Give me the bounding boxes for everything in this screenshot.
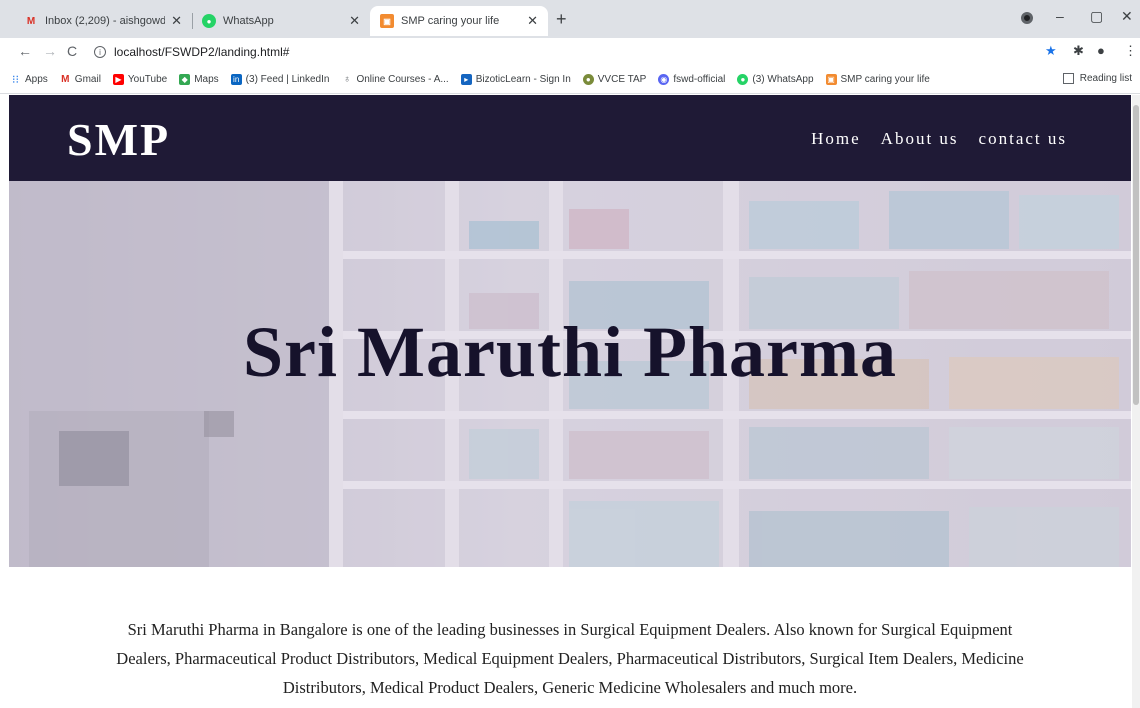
linkedin-icon: in <box>230 74 242 85</box>
close-icon[interactable]: ✕ <box>171 13 182 29</box>
bookmark-fswd-official[interactable]: ◉ fswd-official <box>658 74 725 85</box>
tab-gmail[interactable]: M Inbox (2,209) - aishgowda22@gm ✕ <box>14 6 192 36</box>
whatsapp-icon: ● <box>202 14 216 28</box>
minimize-icon[interactable]: – <box>1056 8 1064 24</box>
menu-kebab-icon[interactable]: ⋮ <box>1124 43 1137 59</box>
whatsapp-icon: ● <box>737 74 749 85</box>
maps-icon: ◆ <box>179 74 191 85</box>
address-bar[interactable]: i localhost/FSWDP2/landing.html# <box>88 40 1038 64</box>
tab-title: WhatsApp <box>223 15 274 27</box>
reading-list-icon <box>1062 73 1074 84</box>
window-close-icon[interactable]: ✕ <box>1121 8 1133 25</box>
tab-title: SMP caring your life <box>401 15 500 27</box>
gmail-icon: M <box>61 74 70 85</box>
bookmark-bizoticlearn[interactable]: ▸ BizoticLearn - Sign In <box>460 74 571 85</box>
bookmark-whatsapp[interactable]: ● (3) WhatsApp <box>737 74 814 85</box>
new-tab-icon[interactable]: + <box>556 10 567 28</box>
close-icon[interactable]: ✕ <box>349 13 360 29</box>
hero-banner: Sri Maruthi Pharma <box>9 181 1131 567</box>
hero-title: Sri Maruthi Pharma <box>243 312 897 392</box>
info-icon[interactable]: i <box>94 46 106 58</box>
courses-icon: ♁ <box>343 74 351 85</box>
browser-toolbar: ← → C i localhost/FSWDP2/landing.html# ★… <box>0 38 1140 66</box>
site-menu: Home About us contact us <box>791 129 1067 149</box>
tab-smp[interactable]: ▣ SMP caring your life ✕ <box>370 6 548 36</box>
bookmark-online-courses[interactable]: ♁ Online Courses - A... <box>341 74 449 85</box>
page-viewport: SMP Home About us contact us Sri Maruthi… <box>0 95 1140 708</box>
discord-icon: ◉ <box>658 74 670 85</box>
gmail-icon: M <box>26 15 36 27</box>
nav-about-link[interactable]: About us <box>881 129 959 149</box>
smp-favicon-icon: ▣ <box>380 14 394 28</box>
bookmark-gmail[interactable]: M Gmail <box>60 74 101 85</box>
vvce-icon: ● <box>582 74 594 85</box>
bookmark-smp[interactable]: ▣ SMP caring your life <box>825 74 930 85</box>
profile-circle-icon[interactable] <box>1021 12 1033 24</box>
extensions-puzzle-icon[interactable]: ✱ <box>1073 43 1084 59</box>
maximize-icon[interactable]: ▢ <box>1090 8 1103 25</box>
close-icon[interactable]: ✕ <box>527 13 538 29</box>
bookmark-youtube[interactable]: ▶ YouTube <box>112 74 167 85</box>
bookmark-maps[interactable]: ◆ Maps <box>179 74 219 85</box>
address-text: localhost/FSWDP2/landing.html# <box>114 45 290 59</box>
bookmark-apps[interactable]: ⁝⁝ Apps <box>10 74 48 86</box>
bookmark-linkedin[interactable]: in (3) Feed | LinkedIn <box>230 74 329 85</box>
forward-icon[interactable]: → <box>43 43 57 59</box>
back-icon[interactable]: ← <box>18 43 32 59</box>
tab-title: Inbox (2,209) - aishgowda22@gm <box>45 15 166 27</box>
browser-tabstrip: M Inbox (2,209) - aishgowda22@gm ✕ ● Wha… <box>0 0 1140 38</box>
account-avatar-icon[interactable]: ● <box>1097 43 1105 58</box>
about-paragraph: Sri Maruthi Pharma in Bangalore is one o… <box>116 620 1024 697</box>
reading-list-button[interactable]: Reading list <box>1062 73 1132 84</box>
apps-grid-icon: ⁝⁝ <box>12 74 19 86</box>
reload-icon[interactable]: C <box>67 43 77 59</box>
bookmark-star-icon[interactable]: ★ <box>1045 43 1057 59</box>
scrollbar-thumb[interactable] <box>1133 105 1139 405</box>
youtube-icon: ▶ <box>112 74 124 85</box>
site-logo[interactable]: SMP <box>67 113 170 166</box>
bookmark-vvce-tap[interactable]: ● VVCE TAP <box>582 74 646 85</box>
smp-favicon-icon: ▣ <box>825 74 837 85</box>
nav-home-link[interactable]: Home <box>811 129 861 149</box>
bookmarks-bar: ⁝⁝ Apps M Gmail ▶ YouTube ◆ Maps in (3) Feed … <box>0 66 1140 94</box>
site-navbar: SMP Home About us contact us <box>9 95 1131 181</box>
bizotic-icon: ▸ <box>460 74 472 85</box>
nav-contact-link[interactable]: contact us <box>979 129 1067 149</box>
tab-whatsapp[interactable]: ● WhatsApp ✕ <box>192 6 370 36</box>
page-scrollbar[interactable] <box>1132 95 1140 708</box>
